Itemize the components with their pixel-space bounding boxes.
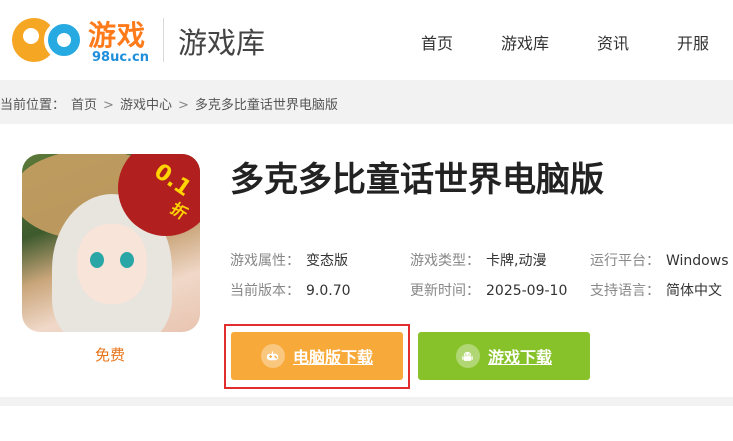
section-title: 游戏库 — [178, 26, 266, 60]
nav-news[interactable]: 资讯 — [597, 30, 629, 54]
price-label: 免费 — [95, 346, 126, 364]
nav-game-library[interactable]: 游戏库 — [501, 30, 549, 54]
attr-value: 2025-09-10 — [486, 283, 568, 299]
breadcrumb-separator: > — [103, 98, 114, 113]
attr-language: 支持语言： 简体中文 — [590, 280, 722, 300]
game-cover-image[interactable]: 0.1 折 — [22, 154, 200, 332]
attr-version: 当前版本： 9.0.70 — [230, 280, 351, 300]
logo-eight-mark — [44, 20, 84, 60]
attr-type: 游戏类型： 卡牌,动漫 — [410, 250, 546, 270]
breadcrumb-home[interactable]: 首页 — [71, 98, 97, 113]
breadcrumb-prefix: 当前位置： — [0, 98, 66, 113]
breadcrumb: 当前位置： 首页 > 游戏中心 > 多克多比童话世界电脑版 — [0, 94, 344, 113]
cover-art-eye — [90, 252, 104, 268]
attr-key: 运行平台： — [590, 253, 660, 269]
gamepad-icon — [260, 344, 285, 368]
cover-art-face — [77, 224, 147, 304]
game-title: 多克多比童话世界电脑版 — [230, 160, 604, 200]
cover-art-eye — [120, 252, 134, 268]
nav-server-open[interactable]: 开服 — [677, 30, 709, 54]
breadcrumb-game-center[interactable]: 游戏中心 — [120, 98, 172, 113]
attr-value: 卡牌,动漫 — [486, 253, 547, 269]
attr-key: 更新时间： — [410, 283, 480, 299]
pc-download-button[interactable]: 电脑版下载 — [231, 332, 403, 380]
nav-home[interactable]: 首页 — [421, 30, 453, 54]
android-icon — [455, 344, 480, 368]
breadcrumb-separator: > — [177, 98, 189, 113]
attr-value: 9.0.70 — [306, 283, 351, 299]
logo-brand-text: 游戏 — [88, 19, 147, 52]
game-download-label: 游戏下载 — [487, 348, 552, 367]
game-info-card: 0.1 折 免费 多克多比童话世界电脑版 游戏属性： 变态版 游戏类型： 卡牌,动漫… — [0, 124, 733, 397]
attr-property: 游戏属性： 变态版 — [230, 250, 348, 270]
site-logo[interactable]: 游戏 98uc.cn — [10, 10, 160, 70]
site-header: 游戏 98uc.cn 游戏库 首页 游戏库 资讯 开服 — [0, 0, 733, 80]
attr-value: Windows — [666, 253, 729, 269]
main-nav: 首页 游戏库 资讯 开服 — [373, 30, 709, 54]
breadcrumb-current: 多克多比童话世界电脑版 — [194, 98, 338, 113]
attr-update-time: 更新时间： 2025-09-10 — [410, 280, 567, 300]
next-section-panel — [0, 406, 733, 441]
attr-key: 当前版本： — [230, 283, 300, 299]
attr-key: 游戏属性： — [230, 253, 300, 269]
header-divider — [163, 18, 164, 62]
attr-platform: 运行平台： Windows — [590, 250, 729, 270]
logo-domain-text: 98uc.cn — [92, 50, 149, 65]
attr-value: 变态版 — [306, 253, 348, 269]
pc-download-label: 电脑版下载 — [292, 348, 373, 367]
attr-key: 支持语言： — [590, 283, 660, 299]
game-download-button[interactable]: 游戏下载 — [418, 332, 590, 380]
attr-key: 游戏类型： — [410, 253, 480, 269]
attr-value: 简体中文 — [666, 283, 722, 299]
